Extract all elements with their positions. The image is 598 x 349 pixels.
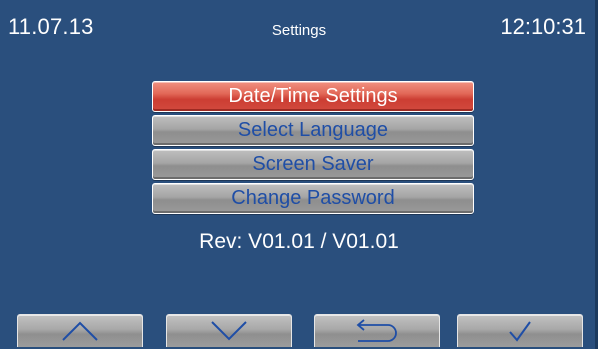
menu-item-label: Date/Time Settings [228, 85, 398, 107]
scroll-up-button[interactable] [17, 314, 143, 347]
back-return-icon [356, 319, 397, 342]
header-time: 12:10:31 [500, 14, 586, 39]
change-password-button[interactable]: Change Password [152, 183, 474, 214]
menu-item-label: Screen Saver [252, 153, 374, 175]
arrow-down-icon [211, 321, 247, 341]
menu-item-label: Select Language [237, 119, 389, 141]
confirm-button[interactable] [457, 314, 583, 347]
menu-item-label: Change Password [231, 187, 395, 209]
date-time-settings-button[interactable]: Date/Time Settings [152, 81, 474, 112]
arrow-up-icon [62, 321, 98, 341]
settings-screen: 11.07.13 Settings 12:10:31 Date/Time Set… [0, 0, 598, 349]
revision-text: Rev: V01.01 / V01.01 [199, 230, 399, 253]
checkmark-icon [509, 321, 531, 342]
back-button[interactable] [314, 314, 440, 347]
scroll-down-button[interactable] [166, 314, 292, 347]
select-language-button[interactable]: Select Language [152, 115, 474, 146]
screen-saver-button[interactable]: Screen Saver [152, 149, 474, 180]
